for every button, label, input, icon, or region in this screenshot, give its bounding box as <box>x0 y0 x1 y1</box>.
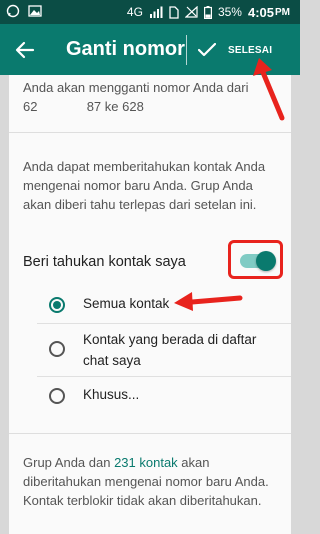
no-signal-icon <box>184 6 198 18</box>
annotation-highlight-box <box>228 240 283 279</box>
option-label: Semua kontak <box>83 296 170 311</box>
image-notification-icon <box>28 5 42 17</box>
contacts-count-link[interactable]: 231 kontak <box>114 455 178 470</box>
toolbar-divider <box>186 35 187 65</box>
radio-selected-icon[interactable] <box>49 297 65 313</box>
battery-icon <box>203 5 212 19</box>
redacted-old-number <box>37 100 79 115</box>
footer-text-before: Grup Anda dan <box>23 455 115 470</box>
radio-unselected-icon[interactable] <box>49 341 65 357</box>
option-custom[interactable]: Khusus... <box>37 377 291 415</box>
option-label: Khusus... <box>83 387 140 402</box>
option-all-contacts[interactable]: Semua kontak <box>37 285 291 324</box>
redacted-new-number <box>179 100 239 115</box>
sim-icon <box>169 5 179 19</box>
option-chat-contacts[interactable]: Kontak yang berada di daftar chat saya <box>37 324 291 377</box>
settings-panel: Anda akan mengganti nomor Anda dari 628 8… <box>9 75 291 534</box>
clock: 4:05 PM <box>248 5 290 20</box>
clock-suffix: PM <box>275 6 290 18</box>
annotation-arrow-done <box>253 58 285 121</box>
radio-unselected-icon[interactable] <box>49 388 65 404</box>
footer-note: Grup Anda dan 231 kontak akan diberitahu… <box>23 453 281 510</box>
notify-contacts-label: Beri tahukan kontak saya <box>23 254 186 270</box>
notify-description: Anda dapat memberitahukan kontak Anda me… <box>23 159 266 212</box>
info-line-1: Anda akan mengganti nomor Anda dari <box>23 80 249 95</box>
page-title: Ganti nomor <box>66 38 185 60</box>
battery-level: 35% <box>217 5 242 19</box>
option-label: Kontak yang berada di daftar chat saya <box>83 332 257 368</box>
whatsapp-notification-icon <box>6 4 20 18</box>
signal-icon <box>149 6 163 18</box>
back-arrow-icon[interactable] <box>14 39 36 61</box>
status-bar: 4G 35% 4:05 PM <box>0 0 300 24</box>
network-type: 4G <box>126 5 143 19</box>
section-divider <box>9 433 291 434</box>
section-divider <box>9 132 291 133</box>
info-number-new: 87 ke 628 <box>86 99 144 114</box>
annotation-arrow-all-contacts <box>174 292 243 311</box>
clock-time: 4:05 <box>247 4 274 20</box>
checkmark-icon <box>198 43 216 57</box>
